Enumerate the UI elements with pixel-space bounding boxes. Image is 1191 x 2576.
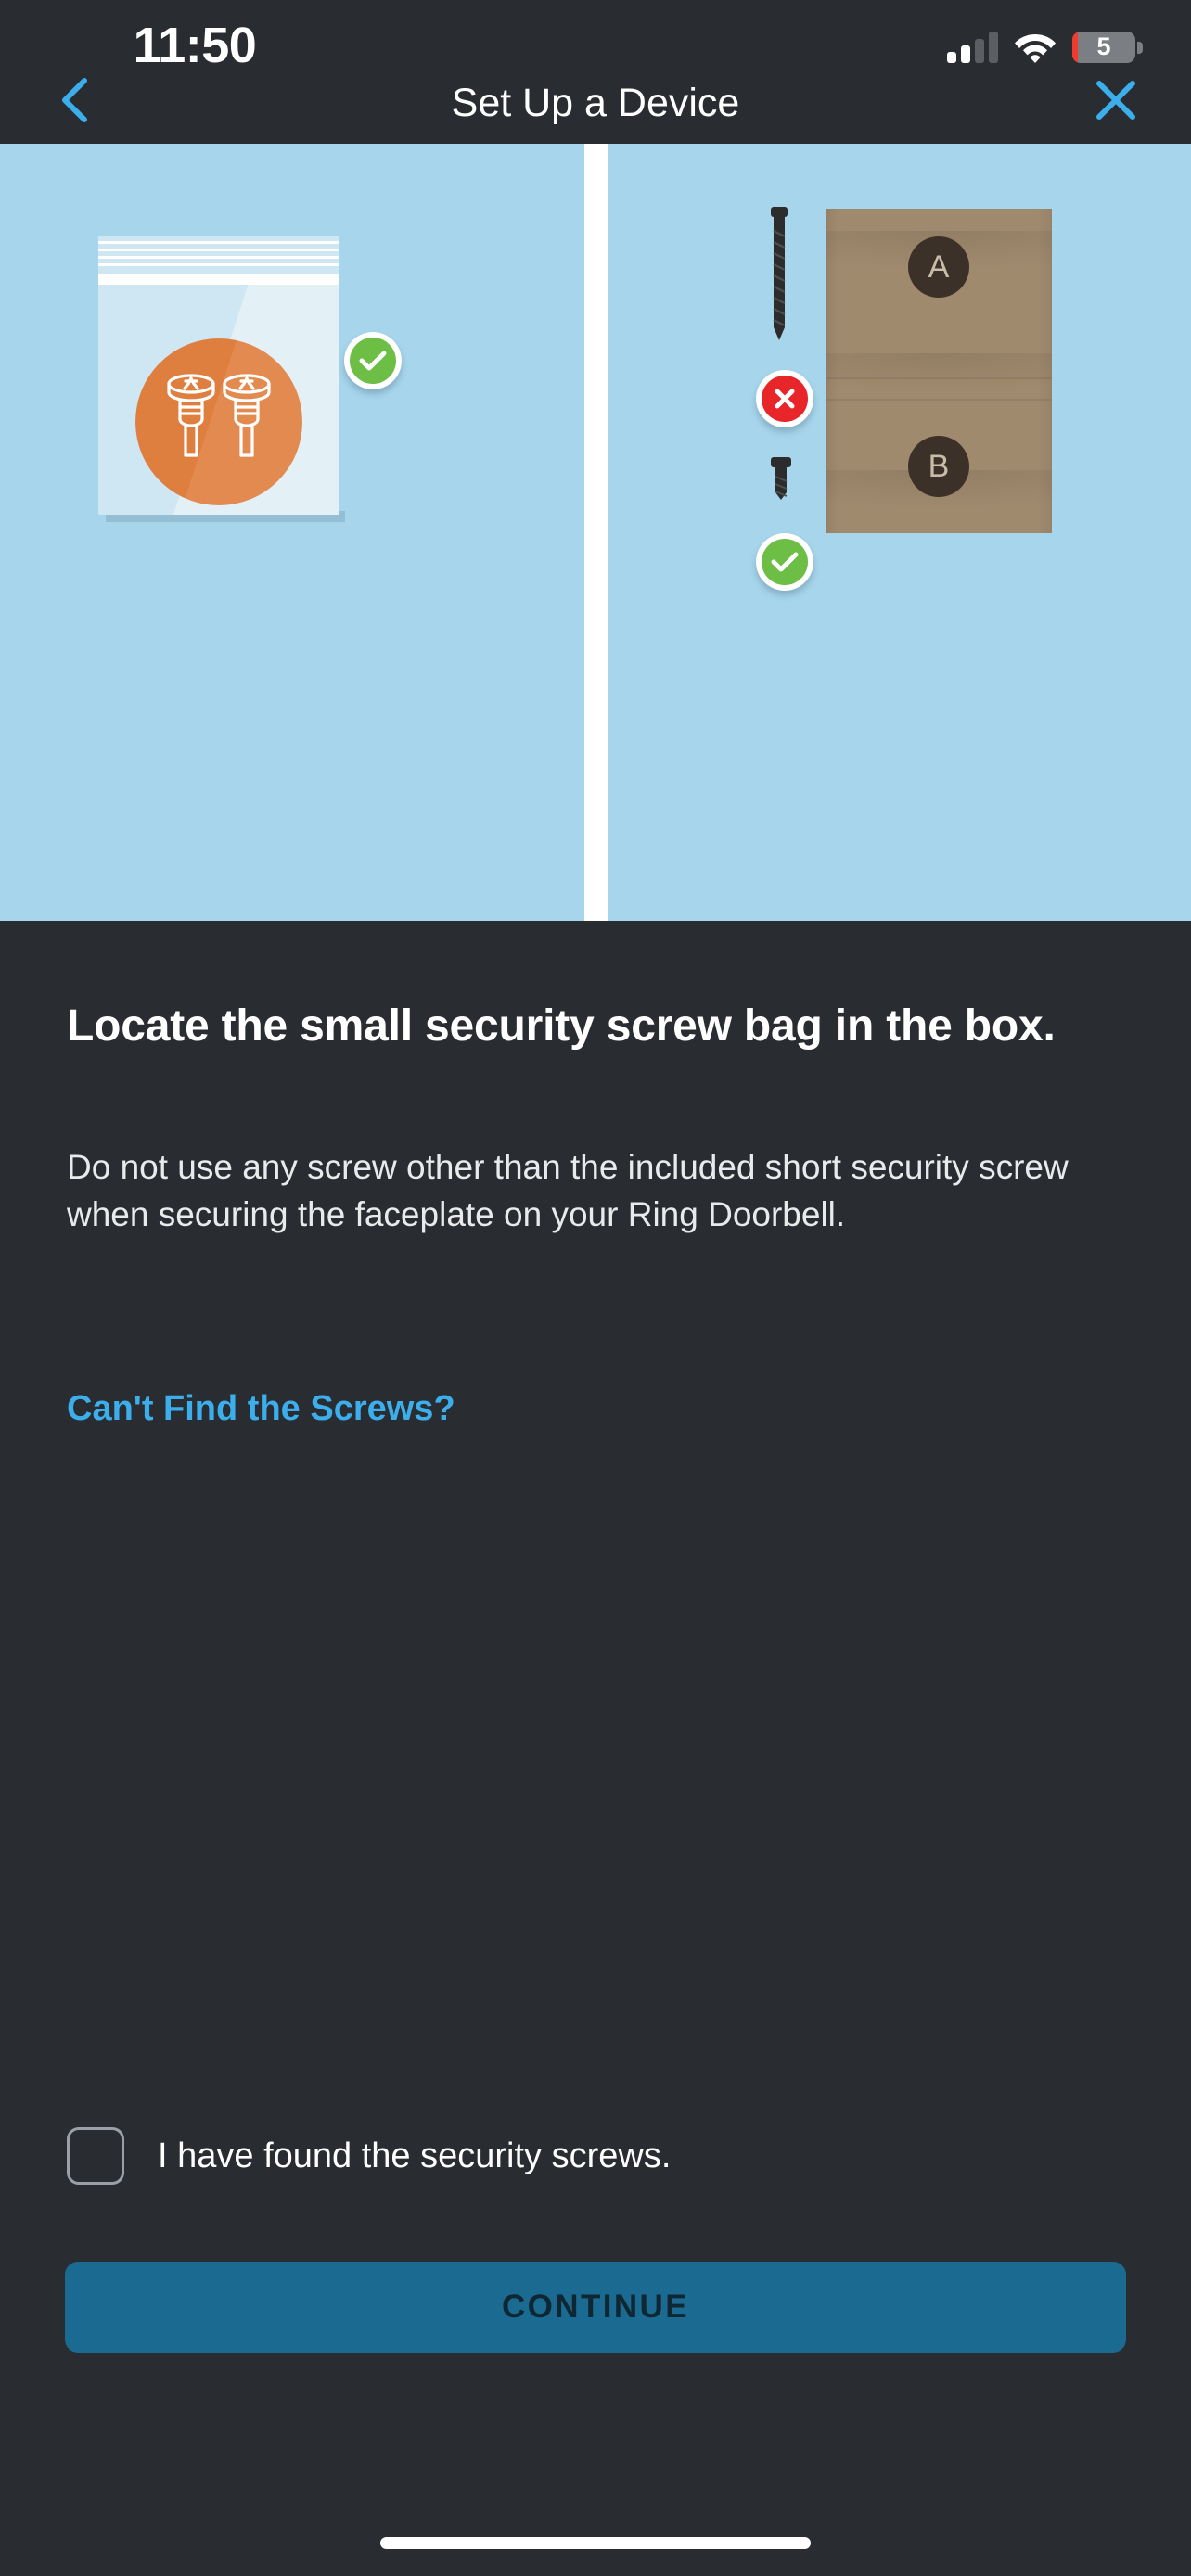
instruction-body: Do not use any screw other than the incl… <box>67 1148 1069 1234</box>
battery-level-label: 5 <box>1096 32 1111 60</box>
instruction-illustration: A B <box>0 144 1191 921</box>
found-screws-checkbox-row[interactable]: I have found the security screws. <box>67 2127 671 2185</box>
continue-button[interactable]: CONTINUE <box>65 2262 1126 2353</box>
check-badge-icon <box>756 533 813 591</box>
screw-comparison-illustration: A B <box>608 144 1191 921</box>
ziplock-bag-icon <box>98 236 345 522</box>
status-bar-time: 11:50 <box>133 18 257 73</box>
security-screw-bag-illustration <box>0 144 584 921</box>
envelope-label-a: A <box>908 236 969 298</box>
status-bar-indicators: 5 <box>947 26 1143 69</box>
envelope-label-b: B <box>908 436 969 497</box>
short-security-screw-icon <box>764 457 798 506</box>
close-button[interactable] <box>1087 71 1145 129</box>
cant-find-screws-link[interactable]: Can't Find the Screws? <box>67 1389 455 1429</box>
check-badge-icon <box>344 332 402 389</box>
illustration-divider <box>584 144 608 921</box>
cardboard-envelope-icon: A B <box>826 209 1052 533</box>
wifi-icon <box>1014 32 1057 63</box>
instruction-title: Locate the small security screw bag in t… <box>67 1001 1056 1051</box>
x-badge-icon <box>756 370 813 427</box>
page-title-header: Set Up a Device <box>451 81 740 125</box>
nav-bar: Set Up a Device <box>0 78 1191 144</box>
long-screw-icon <box>762 207 796 360</box>
home-indicator <box>380 2537 811 2549</box>
found-screws-checkbox-label: I have found the security screws. <box>158 2136 672 2175</box>
found-screws-checkbox[interactable] <box>67 2127 124 2185</box>
two-short-screws-icon <box>135 338 302 505</box>
battery-icon: 5 <box>1072 32 1143 63</box>
cellular-signal-icon <box>947 32 998 63</box>
app-screen: 11:50 5 Set Up a Device A B Locate the s… <box>0 0 1191 2576</box>
